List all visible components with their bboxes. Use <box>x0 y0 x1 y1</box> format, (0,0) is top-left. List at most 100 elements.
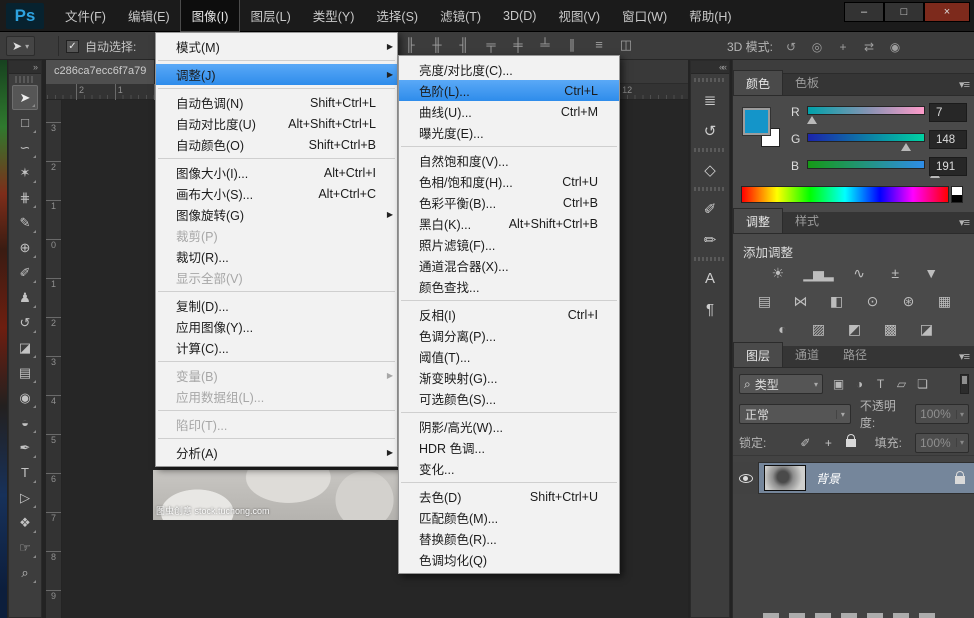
panel-tab[interactable]: 路径 <box>831 342 879 367</box>
panel-menu-icon[interactable]: ▾≡ <box>959 78 969 91</box>
eyedropper-tool[interactable]: ✎ <box>12 210 38 235</box>
menu-item[interactable] <box>156 57 397 64</box>
menu-item[interactable] <box>156 435 397 442</box>
menu-item[interactable]: 调整(J) ▶ <box>156 64 397 85</box>
menubar-item[interactable]: 类型(Y) <box>302 0 366 31</box>
menu-item[interactable]: 阈值(T)... <box>399 346 619 367</box>
3d-camera-icon[interactable]: ◉ <box>887 40 903 54</box>
distribute-vertical-centers-icon[interactable]: ≡ <box>591 37 607 53</box>
menubar-item[interactable]: 编辑(E) <box>117 0 181 31</box>
channel-value-field[interactable]: 191 <box>929 157 967 176</box>
3d-roll-icon[interactable]: ◎ <box>809 40 825 54</box>
channel-slider-handle[interactable] <box>901 143 911 151</box>
layer-visibility-cell[interactable] <box>733 462 759 494</box>
foreground-color-swatch[interactable] <box>743 108 770 135</box>
blur-tool[interactable]: ◉ <box>12 385 38 410</box>
menu-item[interactable]: 色彩平衡(B)... Ctrl+B <box>399 192 619 213</box>
layer-filter-type-dropdown[interactable]: ⌕ 类型 ▾ <box>739 374 823 394</box>
menu-item[interactable]: 黑白(K)... Alt+Shift+Ctrl+B <box>399 213 619 234</box>
menu-item[interactable]: 陷印(T)... <box>156 414 397 435</box>
panel-tab[interactable]: 调整 <box>733 208 783 233</box>
magic-wand-tool[interactable]: ✶ <box>12 160 38 185</box>
panel-tab[interactable]: 图层 <box>733 342 783 367</box>
menubar-item[interactable]: 窗口(W) <box>611 0 678 31</box>
opacity-dropdown[interactable]: 100% ▾ <box>915 404 969 424</box>
lasso-tool[interactable]: ∽ <box>12 135 38 160</box>
menu-item[interactable] <box>156 288 397 295</box>
distribute-left-edges-icon[interactable]: ∥ <box>564 37 580 53</box>
menu-item[interactable]: 自动颜色(O) Shift+Ctrl+B <box>156 134 397 155</box>
clone-source-panel-icon[interactable]: ≣ <box>696 86 724 113</box>
menu-item[interactable]: 图像旋转(G) ▶ <box>156 204 397 225</box>
menu-item[interactable]: 去色(D) Shift+Ctrl+U <box>399 486 619 507</box>
threshold-icon[interactable]: ◩ <box>844 320 864 338</box>
menu-item[interactable]: 复制(D)... <box>156 295 397 316</box>
filter-enable-toggle[interactable] <box>960 374 969 394</box>
black-white-icon[interactable]: ◧ <box>826 292 846 310</box>
menu-item[interactable]: 色调均化(Q) <box>399 549 619 570</box>
collapse-panels-button[interactable]: «« <box>691 61 729 74</box>
menu-item[interactable]: 裁切(R)... <box>156 246 397 267</box>
gradient-map-icon[interactable]: ▩ <box>880 320 900 338</box>
pen-tool[interactable]: ✒ <box>12 435 38 460</box>
layer-row-background[interactable]: 背景 <box>733 462 974 494</box>
filter-shape-layers-icon[interactable]: ▱ <box>893 377 910 391</box>
menu-item[interactable]: 显示全部(V) <box>156 267 397 288</box>
paragraph-panel-icon[interactable]: ¶ <box>696 296 724 323</box>
menubar-item[interactable]: 视图(V) <box>547 0 611 31</box>
menu-item[interactable] <box>156 407 397 414</box>
path-selection-tool[interactable]: ▷ <box>12 485 38 510</box>
vibrance-icon[interactable]: ▼ <box>921 264 941 282</box>
minimize-button[interactable]: – <box>844 2 884 22</box>
color-lookup-icon[interactable]: ▦ <box>934 292 954 310</box>
brush-panel-icon[interactable]: ✐ <box>696 195 724 222</box>
filter-type-layers-icon[interactable]: T <box>872 377 889 391</box>
menu-item[interactable] <box>399 143 619 150</box>
menu-item[interactable]: 亮度/对比度(C)... <box>399 59 619 80</box>
menubar-item[interactable]: 帮助(H) <box>678 0 742 31</box>
history-brush-tool[interactable]: ↺ <box>12 310 38 335</box>
menu-item[interactable]: 模式(M) ▶ <box>156 36 397 57</box>
selective-color-icon[interactable]: ◪ <box>916 320 936 338</box>
menu-item[interactable]: 渐变映射(G)... <box>399 367 619 388</box>
auto-select-checkbox[interactable]: ✓ <box>66 40 79 53</box>
brush-presets-panel-icon[interactable]: ✏ <box>696 226 724 253</box>
maximize-button[interactable]: □ <box>884 2 924 22</box>
custom-shape-tool[interactable]: ❖ <box>12 510 38 535</box>
menubar-item[interactable]: 文件(F) <box>54 0 117 31</box>
menu-item[interactable]: 图像大小(I)... Alt+Ctrl+I <box>156 162 397 183</box>
tools-expand-button[interactable]: » <box>9 61 41 74</box>
spectrum-bw-swatches[interactable] <box>951 186 963 203</box>
document-tab[interactable]: c286ca7ecc6f7a79 <box>46 60 155 84</box>
layers-bottom-buttons[interactable] <box>763 613 943 618</box>
align-right-edges-icon[interactable]: ╢ <box>456 37 472 53</box>
brush-tool[interactable]: ✐ <box>12 260 38 285</box>
menu-item[interactable]: 变量(B) ▶ <box>156 365 397 386</box>
lock-move-icon[interactable]: + <box>821 436 835 450</box>
eraser-tool[interactable]: ◪ <box>12 335 38 360</box>
menu-item[interactable] <box>156 155 397 162</box>
menu-item[interactable]: 阴影/高光(W)... <box>399 416 619 437</box>
menu-item[interactable]: 照片滤镜(F)... <box>399 234 619 255</box>
menu-item[interactable]: 自动对比度(U) Alt+Shift+Ctrl+L <box>156 113 397 134</box>
character-panel-icon[interactable]: A <box>696 265 724 292</box>
channel-slider-track[interactable] <box>807 133 925 142</box>
exposure-icon[interactable]: ± <box>885 264 905 282</box>
history-panel-icon[interactable]: ↺ <box>696 117 724 144</box>
panel-tab[interactable]: 样式 <box>783 208 831 233</box>
vertical-ruler[interactable]: 3210123456789 <box>46 100 62 618</box>
filter-smart-objects-icon[interactable]: ❏ <box>914 377 931 391</box>
align-vertical-centers-icon[interactable]: ╪ <box>510 37 526 53</box>
menubar-item[interactable]: 图层(L) <box>239 0 301 31</box>
filter-adjustment-layers-icon[interactable]: ◑ <box>851 377 868 391</box>
dodge-tool[interactable]: ◒ <box>12 410 38 435</box>
panel-tab[interactable]: 颜色 <box>733 70 783 95</box>
levels-icon[interactable]: ▁▅▂ <box>803 264 832 282</box>
menu-item[interactable]: 可选颜色(S)... <box>399 388 619 409</box>
menu-item[interactable]: 变化... <box>399 458 619 479</box>
photo-filter-icon[interactable]: ⊙ <box>862 292 882 310</box>
menu-item[interactable]: 反相(I) Ctrl+I <box>399 304 619 325</box>
move-tool[interactable]: ➤ <box>12 85 38 110</box>
menu-item[interactable] <box>399 479 619 486</box>
hand-tool[interactable]: ☞ <box>12 535 38 560</box>
